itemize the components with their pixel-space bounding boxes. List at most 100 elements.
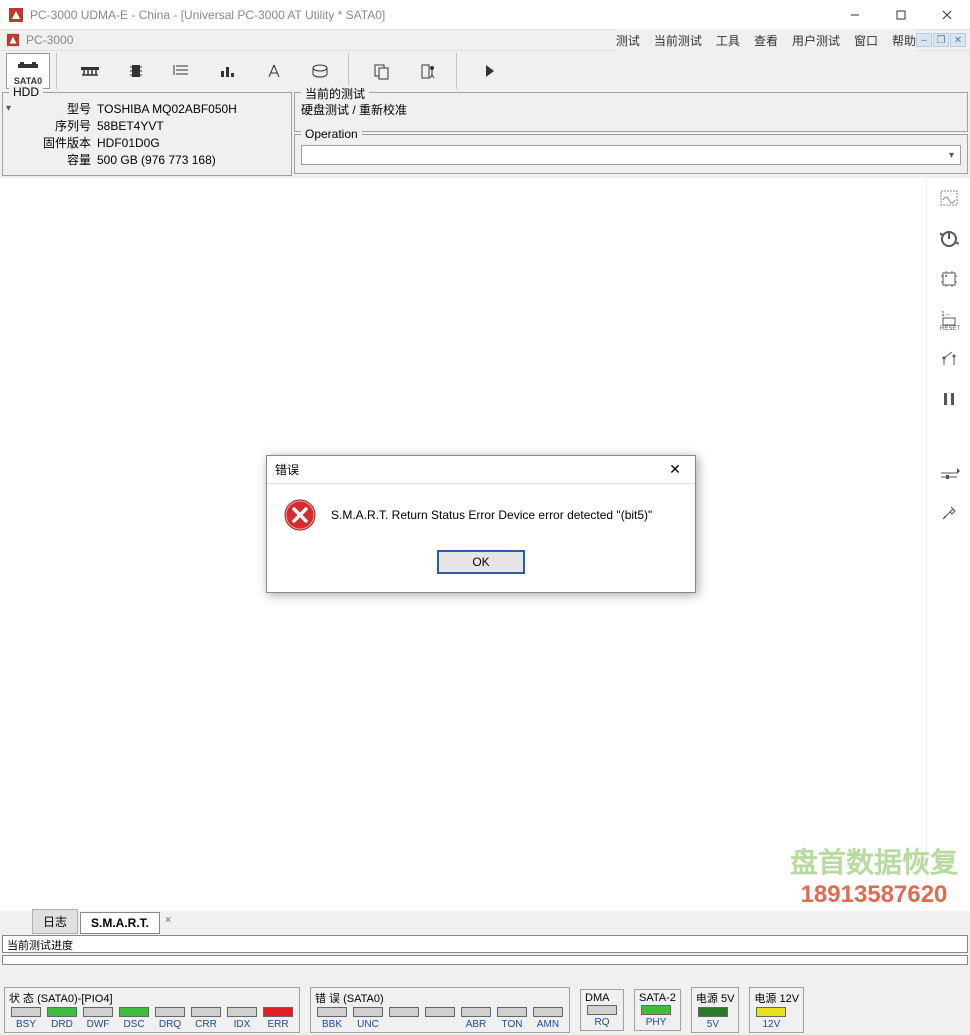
rt-reset-icon[interactable]: 1←RESET [935, 306, 963, 332]
rt-chip-icon[interactable] [935, 266, 963, 292]
mdi-minimize-button[interactable]: ‒ [916, 33, 932, 47]
led-label: TON [502, 1019, 523, 1030]
window-controls [832, 0, 970, 30]
current-test-value: 硬盘测试 / 重新校准 [301, 99, 961, 118]
menu-help[interactable]: 帮助 [892, 32, 916, 49]
led-light [83, 1007, 113, 1017]
status-led: 12V [754, 1007, 788, 1030]
led-light [533, 1007, 563, 1017]
hdd-serial-label: 序列号 [9, 118, 97, 135]
status-led: AMN [531, 1007, 565, 1030]
tab-smart[interactable]: S.M.A.R.T.× [80, 912, 160, 934]
led-label: ERR [267, 1019, 288, 1030]
tool-sata-label: SATA0 [14, 76, 42, 86]
led-light [155, 1007, 185, 1017]
status-led: BSY [9, 1007, 43, 1030]
status-group-label: 状 态 (SATA0)-[PIO4] [9, 990, 295, 1006]
mdi-close-button[interactable]: ✕ [950, 33, 966, 47]
maximize-button[interactable] [878, 0, 924, 30]
menu-bar: 测试 当前测试 工具 查看 用户测试 窗口 帮助 [616, 29, 916, 51]
info-row: ▾ HDD 型号TOSHIBA MQ02ABF050H 序列号58BET4YVT… [0, 90, 970, 178]
ok-button[interactable]: OK [437, 550, 525, 574]
svg-text:◂: ◂ [955, 240, 959, 247]
tool-disk-icon[interactable] [298, 53, 342, 89]
hdd-serial-value: 58BET4YVT [97, 118, 285, 135]
menu-view[interactable]: 查看 [754, 32, 778, 49]
led-label: DRD [51, 1019, 73, 1030]
tool-copy-icon[interactable] [360, 53, 404, 89]
led-label: UNC [357, 1019, 379, 1030]
progress-label: 当前测试进度 [2, 935, 968, 953]
mdi-title: PC-3000 [26, 33, 616, 47]
svg-text:RESET: RESET [940, 326, 960, 330]
led-label: PHY [646, 1017, 667, 1028]
menu-user-test[interactable]: 用户测试 [792, 32, 840, 49]
status-led: CRR [189, 1007, 223, 1030]
dialog-titlebar: 错误 ✕ [267, 456, 695, 484]
menu-current-test[interactable]: 当前测试 [654, 32, 702, 49]
current-test-panel: 当前的测试 硬盘测试 / 重新校准 [294, 92, 968, 132]
led-light [756, 1007, 786, 1017]
status-group-label: 电源 5V [696, 990, 735, 1006]
bottom-tabs: 日志 S.M.A.R.T.× [0, 911, 970, 933]
led-light [497, 1007, 527, 1017]
status-group-power12v: 电源 12V 12V [749, 987, 804, 1033]
rt-settings-icon[interactable] [935, 500, 963, 526]
tool-chip-icon[interactable] [114, 53, 158, 89]
status-led: DWF [81, 1007, 115, 1030]
rt-switch-icon[interactable] [935, 346, 963, 372]
led-label: 12V [763, 1019, 781, 1030]
rt-slider-icon[interactable] [935, 460, 963, 486]
window-title: PC-3000 UDMA-E - China - [Universal PC-3… [30, 8, 832, 22]
status-led: DRD [45, 1007, 79, 1030]
expand-icon[interactable]: ▾ [6, 103, 11, 114]
status-group-sata2: SATA-2 PHY [634, 989, 681, 1031]
tool-connector-icon[interactable] [68, 53, 112, 89]
led-label: ABR [466, 1019, 487, 1030]
mdi-restore-button[interactable]: ❐ [933, 33, 949, 47]
led-label: DSC [123, 1019, 144, 1030]
toolbar-separator [348, 53, 354, 89]
menu-tools[interactable]: 工具 [716, 32, 740, 49]
led-light [461, 1007, 491, 1017]
status-group-label: DMA [585, 992, 619, 1004]
rt-oscilloscope-icon[interactable] [935, 186, 963, 212]
menu-window[interactable]: 窗口 [854, 32, 878, 49]
led-light [263, 1007, 293, 1017]
current-test-legend: 当前的测试 [301, 85, 369, 102]
tool-play-icon[interactable] [468, 53, 512, 89]
tab-close-icon[interactable]: × [165, 915, 171, 926]
tool-list-icon[interactable] [160, 53, 204, 89]
operation-dropdown[interactable] [301, 145, 961, 165]
led-light [389, 1007, 419, 1017]
status-group-sata-state: 状 态 (SATA0)-[PIO4] BSYDRDDWFDSCDRQCRRIDX… [4, 987, 300, 1033]
status-bar: 状 态 (SATA0)-[PIO4] BSYDRDDWFDSCDRQCRRIDX… [0, 985, 970, 1035]
status-group-dma: DMA RQ [580, 989, 624, 1031]
tool-compass-icon[interactable] [252, 53, 296, 89]
rt-pause-icon[interactable] [935, 386, 963, 412]
status-led: TON [495, 1007, 529, 1030]
status-led: UNC [351, 1007, 385, 1030]
status-group-power5v: 电源 5V 5V [691, 987, 740, 1033]
led-light [425, 1007, 455, 1017]
led-label: DRQ [159, 1019, 181, 1030]
led-label: CRR [195, 1019, 217, 1030]
status-group-label: SATA-2 [639, 992, 676, 1004]
error-icon [283, 498, 317, 532]
led-label: AMN [537, 1019, 559, 1030]
tool-sata-port[interactable]: SATA0 [6, 53, 50, 89]
progress-bar [2, 955, 968, 965]
window-titlebar: PC-3000 UDMA-E - China - [Universal PC-3… [0, 0, 970, 30]
close-button[interactable] [924, 0, 970, 30]
led-light [119, 1007, 149, 1017]
tool-exit-icon[interactable] [406, 53, 450, 89]
hdd-info-panel: ▾ HDD 型号TOSHIBA MQ02ABF050H 序列号58BET4YVT… [2, 92, 292, 176]
hdd-cap-label: 容量 [9, 152, 97, 169]
tool-chart-icon[interactable] [206, 53, 250, 89]
minimize-button[interactable] [832, 0, 878, 30]
rt-power-icon[interactable]: ▸◂ [935, 226, 963, 252]
menu-test[interactable]: 测试 [616, 32, 640, 49]
tab-log[interactable]: 日志 [32, 909, 78, 934]
dialog-close-button[interactable]: ✕ [663, 461, 687, 478]
led-label: BBK [322, 1019, 342, 1030]
